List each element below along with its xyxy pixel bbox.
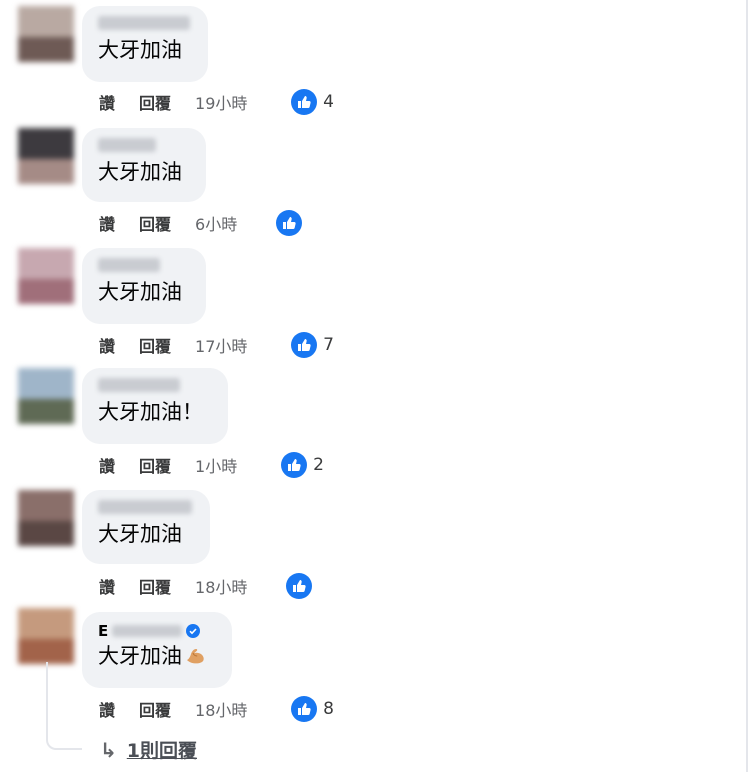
like-button[interactable]: 讚 (99, 333, 115, 357)
timestamp[interactable]: 1小時 (195, 453, 237, 477)
author-name-redacted[interactable] (98, 16, 190, 30)
reaction-badge[interactable]: 8 (291, 696, 334, 722)
avatar[interactable] (18, 248, 74, 304)
comment-text: 大牙加油 (98, 38, 182, 62)
thumbs-up-icon (281, 452, 308, 478)
author-name-row: E (98, 620, 216, 642)
like-button[interactable]: 讚 (99, 453, 115, 477)
reply-button[interactable]: 回覆 (139, 333, 171, 357)
timestamp[interactable]: 6小時 (195, 211, 237, 235)
comment-actions: 讚 回覆 17小時 7 (99, 332, 334, 358)
author-name-redacted[interactable] (98, 138, 156, 152)
like-button[interactable]: 讚 (99, 90, 115, 114)
comment-text: 大牙加油 (98, 522, 182, 546)
like-button[interactable]: 讚 (99, 211, 115, 235)
thumbs-up-icon (291, 332, 318, 358)
comment-actions: 讚 回覆 1小時 2 (99, 452, 324, 478)
timestamp[interactable]: 18小時 (195, 697, 247, 721)
comment-text: 大牙加油 (98, 280, 182, 304)
author-name-redacted[interactable] (112, 625, 183, 637)
reaction-badge[interactable]: 7 (291, 332, 334, 358)
timestamp[interactable]: 17小時 (195, 333, 247, 357)
reaction-badge[interactable] (286, 573, 318, 599)
thumbs-up-icon (291, 89, 318, 115)
comment-actions: 讚 回覆 18小時 8 (99, 696, 334, 722)
comment-text: 大牙加油 (98, 644, 182, 668)
comment-text: 大牙加油！ (98, 400, 203, 424)
reaction-badge[interactable]: 2 (281, 452, 324, 478)
like-count: 4 (323, 92, 334, 112)
like-button[interactable]: 讚 (99, 697, 115, 721)
comment-bubble: 大牙加油 (82, 490, 210, 564)
replies-count-label: 1則回覆 (126, 740, 197, 762)
flexed-biceps-icon (187, 649, 204, 664)
comment-bubble: 大牙加油！ (82, 368, 228, 444)
comment-actions: 讚 回覆 6小時 (99, 210, 308, 236)
like-count: 7 (323, 335, 334, 355)
reaction-badge[interactable]: 4 (291, 89, 334, 115)
like-button[interactable]: 讚 (99, 574, 115, 598)
reply-button[interactable]: 回覆 (139, 90, 171, 114)
timestamp[interactable]: 19小時 (195, 90, 247, 114)
like-count: 8 (323, 699, 334, 719)
verified-badge-icon (186, 624, 201, 638)
comment-bubble: 大牙加油 (82, 6, 208, 82)
thread-connector (46, 662, 82, 750)
reaction-badge[interactable] (276, 210, 308, 236)
comment-bubble: 大牙加油 (82, 248, 206, 324)
avatar[interactable] (18, 490, 74, 546)
avatar[interactable] (18, 368, 74, 424)
author-name[interactable]: E (98, 622, 108, 640)
avatar[interactable] (18, 6, 74, 62)
comment-actions: 讚 回覆 18小時 (99, 573, 318, 599)
reply-arrow-icon: ↳ (100, 737, 117, 762)
timestamp[interactable]: 18小時 (195, 574, 247, 598)
author-name-redacted[interactable] (98, 500, 192, 514)
comment-bubble: 大牙加油 (82, 128, 206, 202)
reply-button[interactable]: 回覆 (139, 697, 171, 721)
scrollbar-track (746, 0, 748, 772)
thumbs-up-icon (276, 210, 302, 236)
reply-button[interactable]: 回覆 (139, 453, 171, 477)
comment-bubble: E 大牙加油 (82, 612, 232, 688)
thumbs-up-icon (291, 696, 318, 722)
reply-button[interactable]: 回覆 (139, 574, 171, 598)
comment-text: 大牙加油 (98, 160, 182, 184)
author-name-redacted[interactable] (98, 378, 180, 392)
like-count: 2 (313, 455, 324, 475)
author-name-redacted[interactable] (98, 258, 160, 272)
avatar[interactable] (18, 128, 74, 184)
view-replies-link[interactable]: ↳ 1則回覆 (100, 736, 197, 763)
comment-actions: 讚 回覆 19小時 4 (99, 89, 334, 115)
avatar[interactable] (18, 608, 74, 664)
reply-button[interactable]: 回覆 (139, 211, 171, 235)
thumbs-up-icon (286, 573, 312, 599)
